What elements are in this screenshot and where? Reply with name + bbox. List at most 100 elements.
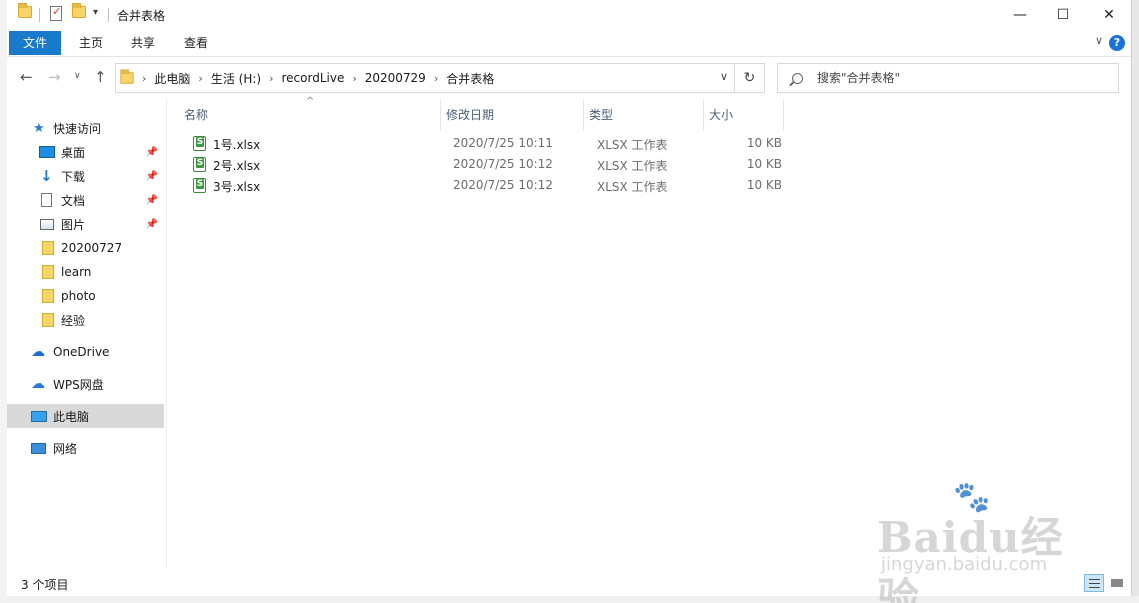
sidebar-item-pictures[interactable]: 图片 📌 xyxy=(7,212,164,236)
sidebar-item-label: photo xyxy=(61,289,96,303)
explorer-window: ▾ 合并表格 — ☐ ✕ 文件 主页 共享 查看 ∨ ? ← → ∨ ↑ › 此… xyxy=(7,0,1132,603)
back-button[interactable]: ← xyxy=(20,68,33,86)
large-icons-view-icon[interactable] xyxy=(1106,574,1126,592)
file-date: 2020/7/25 10:12 xyxy=(453,178,553,192)
sidebar-item-label: 图片 xyxy=(61,217,86,232)
divider xyxy=(108,8,109,22)
onedrive-icon: ☁ xyxy=(31,344,45,360)
sidebar-item-folder-20200727[interactable]: 20200727 xyxy=(7,236,164,260)
breadcrumb-separator[interactable]: › xyxy=(352,72,356,85)
column-headers: ^ 名称 修改日期 类型 大小 xyxy=(167,96,787,130)
sidebar-item-label: 文档 xyxy=(61,193,86,208)
search-box[interactable] xyxy=(777,63,1119,93)
sidebar-item-this-pc[interactable]: 此电脑 xyxy=(7,404,164,428)
file-row[interactable]: 1号.xlsx 2020/7/25 10:11 XLSX 工作表 10 KB xyxy=(183,133,783,154)
ribbon-expand-icon[interactable]: ∨ xyxy=(1095,34,1103,47)
desktop-icon xyxy=(39,146,55,158)
folder-icon xyxy=(120,69,134,84)
breadcrumb-separator[interactable]: › xyxy=(434,72,438,85)
wps-cloud-icon: ☁ xyxy=(31,376,45,392)
spreadsheet-icon xyxy=(193,157,206,172)
folder-icon xyxy=(42,265,54,279)
file-row[interactable]: 3号.xlsx 2020/7/25 10:12 XLSX 工作表 10 KB xyxy=(183,175,783,196)
folder-icon xyxy=(42,241,54,255)
column-header-date[interactable]: 修改日期 xyxy=(441,100,584,130)
tab-view[interactable]: 查看 xyxy=(170,31,222,55)
sidebar-item-downloads[interactable]: ↓ 下载 📌 xyxy=(7,164,164,188)
file-date: 2020/7/25 10:11 xyxy=(453,136,553,150)
pin-icon[interactable]: 📌 xyxy=(146,171,158,182)
sidebar-item-wps-cloud[interactable]: ☁ WPS网盘 xyxy=(7,372,164,396)
sidebar-item-label: 经验 xyxy=(61,313,86,328)
file-name: 2号.xlsx xyxy=(213,159,261,173)
breadcrumb-current-folder[interactable]: 合并表格 xyxy=(446,70,494,87)
breadcrumb-separator[interactable]: › xyxy=(142,72,146,85)
column-header-type[interactable]: 类型 xyxy=(584,100,704,130)
file-name: 3号.xlsx xyxy=(213,180,261,194)
status-bar: 3 个项目 xyxy=(7,572,1131,594)
recent-locations-dropdown[interactable]: ∨ xyxy=(74,71,81,81)
breadcrumb-separator[interactable]: › xyxy=(269,72,273,85)
sidebar-item-label: 网络 xyxy=(53,441,78,456)
pin-icon[interactable]: 📌 xyxy=(146,219,158,230)
picture-icon xyxy=(40,218,54,230)
sidebar-item-label: 此电脑 xyxy=(53,409,90,424)
breadcrumb-recordlive[interactable]: recordLive xyxy=(281,71,344,85)
sidebar-item-label: 快速访问 xyxy=(53,121,102,136)
sidebar-item-onedrive[interactable]: ☁ OneDrive xyxy=(7,340,164,364)
navigation-bar: ← → ∨ ↑ › 此电脑 › 生活 (H:) › recordLive › 2… xyxy=(7,60,1131,96)
navigation-pane: ★ 快速访问 桌面 📌 ↓ 下载 📌 文档 📌 图片 📌 20200727 le… xyxy=(7,98,167,568)
breadcrumb-separator[interactable]: › xyxy=(198,72,202,85)
folder-icon xyxy=(42,289,54,303)
window-title: 合并表格 xyxy=(117,9,166,23)
address-dropdown-icon[interactable]: ∨ xyxy=(720,70,728,83)
search-input[interactable] xyxy=(817,71,1107,85)
sidebar-item-label: 20200727 xyxy=(61,241,123,255)
help-icon[interactable]: ? xyxy=(1109,35,1125,51)
breadcrumb-20200729[interactable]: 20200729 xyxy=(365,71,426,85)
details-view-icon[interactable] xyxy=(1084,574,1104,592)
sidebar-item-label: 下载 xyxy=(61,169,86,184)
download-icon: ↓ xyxy=(40,167,53,185)
new-folder-icon[interactable] xyxy=(72,3,86,21)
breadcrumb-this-pc[interactable]: 此电脑 xyxy=(154,70,190,87)
sidebar-item-folder-photo[interactable]: photo xyxy=(7,284,164,308)
sidebar-item-label: learn xyxy=(61,265,92,279)
background-left-strip xyxy=(0,0,7,603)
tab-share[interactable]: 共享 xyxy=(117,31,169,55)
item-count: 3 个项目 xyxy=(21,578,69,592)
sidebar-item-desktop[interactable]: 桌面 📌 xyxy=(7,140,164,164)
spreadsheet-icon xyxy=(193,136,206,151)
minimize-button[interactable]: — xyxy=(997,0,1043,30)
maximize-button[interactable]: ☐ xyxy=(1040,0,1086,30)
pin-icon[interactable]: 📌 xyxy=(146,195,158,206)
column-header-name[interactable]: 名称 xyxy=(179,100,441,130)
file-row[interactable]: 2号.xlsx 2020/7/25 10:12 XLSX 工作表 10 KB xyxy=(183,154,783,175)
divider xyxy=(39,8,40,22)
pin-icon[interactable]: 📌 xyxy=(146,147,158,158)
sidebar-item-folder-learn[interactable]: learn xyxy=(7,260,164,284)
sidebar-item-folder-experience[interactable]: 经验 xyxy=(7,308,164,332)
properties-icon[interactable] xyxy=(50,5,62,24)
tab-file[interactable]: 文件 xyxy=(9,31,62,55)
sidebar-item-label: WPS网盘 xyxy=(53,377,104,392)
network-icon xyxy=(31,442,46,454)
up-button[interactable]: ↑ xyxy=(94,68,107,86)
close-button[interactable]: ✕ xyxy=(1086,0,1132,30)
refresh-button[interactable]: ↻ xyxy=(735,63,765,93)
address-bar[interactable]: › 此电脑 › 生活 (H:) › recordLive › 20200729 … xyxy=(115,63,735,93)
sidebar-item-quick-access[interactable]: ★ 快速访问 xyxy=(7,116,164,140)
forward-button[interactable]: → xyxy=(48,68,61,86)
background-right-strip xyxy=(1132,0,1139,603)
document-icon xyxy=(41,193,52,207)
file-size: 10 KB xyxy=(746,178,782,192)
tab-home[interactable]: 主页 xyxy=(65,31,117,55)
quick-access-dropdown-icon[interactable]: ▾ xyxy=(93,7,98,18)
file-name: 1号.xlsx xyxy=(213,138,261,152)
column-header-size[interactable]: 大小 xyxy=(704,100,784,130)
breadcrumb-drive[interactable]: 生活 (H:) xyxy=(211,70,261,87)
sidebar-item-documents[interactable]: 文档 📌 xyxy=(7,188,164,212)
file-type: XLSX 工作表 xyxy=(597,159,668,173)
sidebar-item-network[interactable]: 网络 xyxy=(7,436,164,460)
search-icon xyxy=(792,72,803,84)
